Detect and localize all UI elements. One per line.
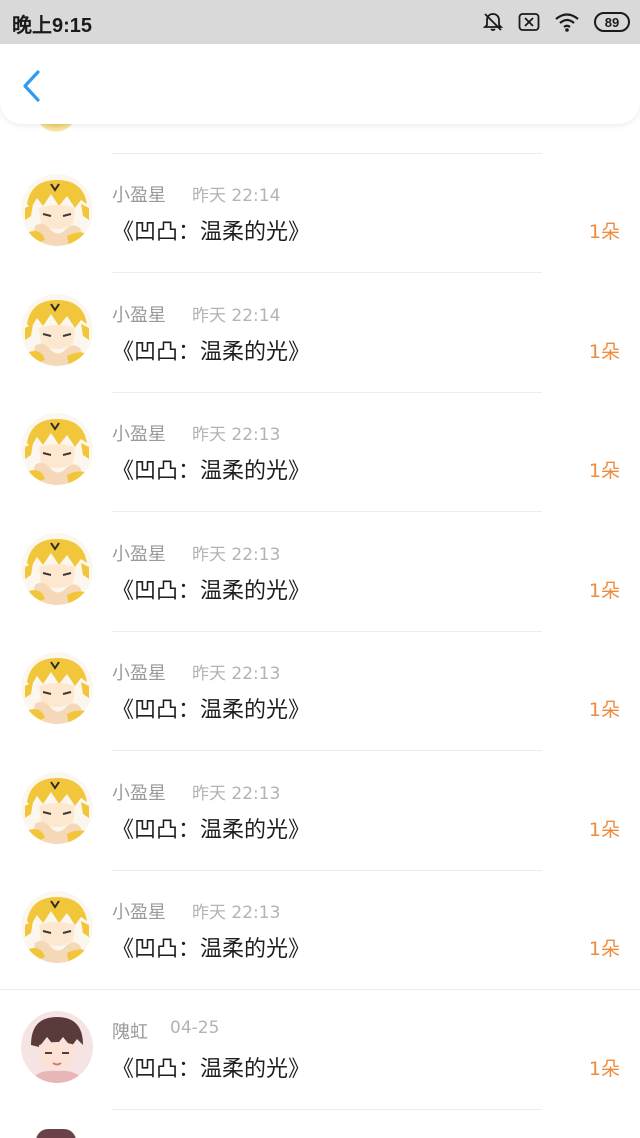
work-title: 《凹凸：温柔的光》 bbox=[112, 578, 311, 604]
timestamp: 昨天 22:14 bbox=[192, 305, 281, 326]
battery-icon: 89 bbox=[594, 12, 630, 32]
nav-header bbox=[0, 44, 640, 124]
work-title: 《凹凸：温柔的光》 bbox=[112, 339, 311, 365]
list-item[interactable]: 小盈星 昨天 22:13 《凹凸：温柔的光》 1朵 bbox=[0, 632, 640, 751]
avatar bbox=[36, 124, 76, 132]
mute-bell-icon bbox=[482, 13, 504, 31]
list-item[interactable]: 隗虹 04-25 《凹凸：温柔的光》 1朵 bbox=[0, 991, 640, 1110]
gift-amount: 1朵 bbox=[588, 340, 620, 363]
gift-amount: 1朵 bbox=[588, 818, 620, 841]
work-title: 《凹凸：温柔的光》 bbox=[112, 817, 311, 843]
list-item[interactable]: 小盈星 昨天 22:13 《凹凸：温柔的光》 1朵 bbox=[0, 513, 640, 632]
timestamp: 昨天 22:14 bbox=[192, 186, 281, 206]
work-title: 《凹凸：温柔的光》 bbox=[112, 459, 311, 484]
status-time: 晚上9:15 bbox=[12, 15, 93, 37]
work-title: 《凹凸：温柔的光》 bbox=[112, 698, 311, 723]
timestamp: 昨天 22:13 bbox=[192, 664, 281, 684]
gift-amount: 1朵 bbox=[588, 460, 620, 482]
sender-name: 小盈星 bbox=[112, 902, 166, 923]
timestamp: 04-25 bbox=[170, 1017, 220, 1038]
avatar[interactable] bbox=[21, 771, 93, 844]
list-item[interactable]: 小盈星 昨天 22:13 《凹凸：温柔的光》 1朵 bbox=[0, 752, 640, 871]
sender-name: 小盈星 bbox=[112, 304, 166, 326]
avatar[interactable] bbox=[21, 652, 93, 724]
sender-name: 小盈星 bbox=[112, 782, 166, 804]
sender-name: 小盈星 bbox=[112, 185, 166, 206]
avatar[interactable] bbox=[21, 413, 93, 485]
timestamp: 昨天 22:13 bbox=[192, 903, 281, 923]
timestamp: 昨天 22:13 bbox=[192, 783, 281, 804]
list-item[interactable]: 小盈星 昨天 22:13 《凹凸：温柔的光》 1朵 bbox=[0, 393, 640, 512]
gift-amount: 1朵 bbox=[588, 579, 620, 602]
avatar[interactable] bbox=[21, 293, 93, 366]
sender-name: 隗虹 bbox=[112, 1021, 148, 1043]
gift-amount: 1朵 bbox=[588, 1057, 620, 1080]
sender-name: 小盈星 bbox=[112, 424, 166, 445]
avatar[interactable] bbox=[21, 891, 93, 963]
status-bar: 晚上9:15 89 bbox=[0, 0, 640, 44]
chevron-left-icon[interactable] bbox=[18, 69, 48, 103]
gift-record-list: 小盈星 昨天 22:14 《凹凸：温柔的光》 1朵 小盈星 昨天 22:14 《凹凸：温柔的… bbox=[0, 124, 640, 1138]
work-title: 《凹凸：温柔的光》 bbox=[112, 937, 311, 962]
gift-amount: 1朵 bbox=[588, 699, 620, 721]
status-icons: 89 bbox=[482, 9, 630, 35]
wifi-icon bbox=[555, 13, 579, 32]
timestamp: 昨天 22:13 bbox=[192, 425, 281, 445]
list-item[interactable]: 小盈星 昨天 22:14 《凹凸：温柔的光》 1朵 bbox=[0, 154, 640, 273]
gift-amount: 1朵 bbox=[588, 938, 620, 960]
avatar[interactable] bbox=[21, 1010, 93, 1083]
timestamp: 昨天 22:13 bbox=[192, 544, 281, 565]
work-title: 《凹凸：温柔的光》 bbox=[112, 220, 311, 245]
list-item[interactable]: 小盈星 昨天 22:14 《凹凸：温柔的光》 1朵 bbox=[0, 274, 640, 393]
sender-name: 小盈星 bbox=[112, 543, 166, 565]
avatar bbox=[36, 1129, 76, 1138]
battery-level: 89 bbox=[604, 14, 620, 30]
gift-amount: 1朵 bbox=[588, 221, 620, 243]
sender-name: 小盈星 bbox=[112, 663, 166, 684]
sim-x-icon bbox=[518, 13, 540, 31]
divider bbox=[112, 1108, 542, 1110]
avatar[interactable] bbox=[21, 174, 93, 246]
work-title: 《凹凸：温柔的光》 bbox=[112, 1056, 311, 1082]
avatar[interactable] bbox=[21, 532, 93, 605]
list-item[interactable]: 小盈星 昨天 22:13 《凹凸：温柔的光》 1朵 bbox=[0, 871, 640, 990]
